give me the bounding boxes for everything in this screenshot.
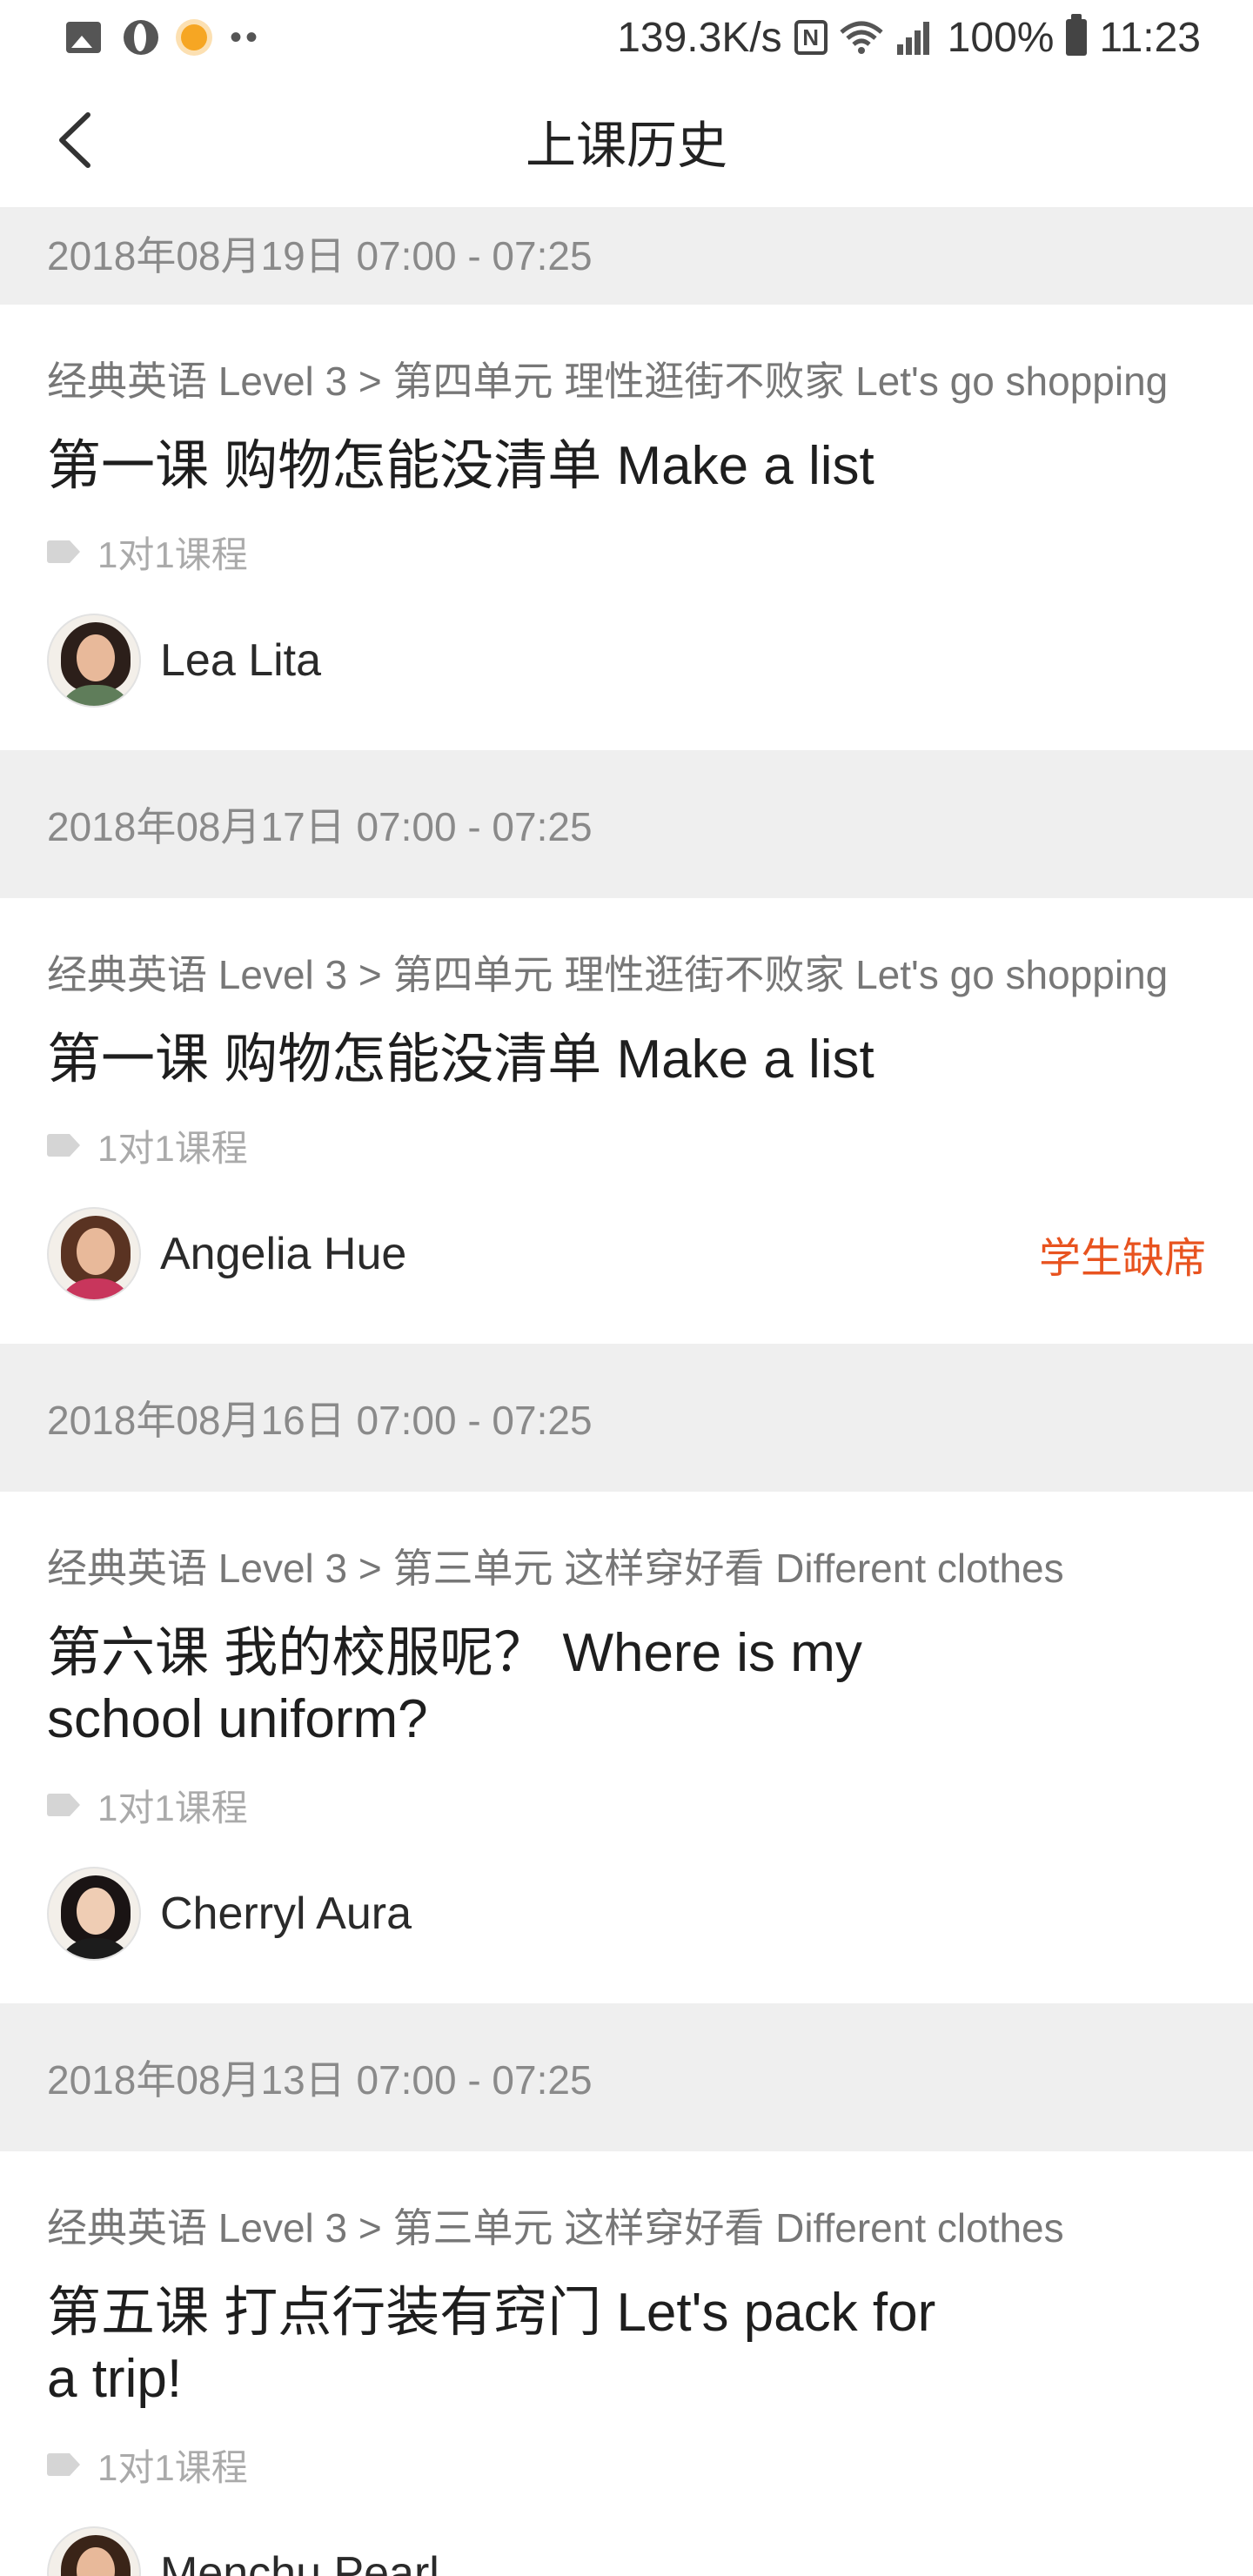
status-left-icons: ••: [66, 20, 261, 55]
teacher-name: Angelia Hue: [160, 1229, 407, 1279]
lesson-title: 第一课 购物怎能没清单 Make a list: [47, 1030, 874, 1090]
course-type-label: 1对1课程: [97, 1127, 248, 1169]
teacher-avatar: [47, 1207, 141, 1301]
session-card[interactable]: 经典英语 Level 3 > 第三单元 这样穿好看 Different clot…: [0, 1492, 1253, 2003]
session-date-header: 2018年08月16日 07:00 - 07:25: [0, 1344, 1253, 1492]
course-breadcrumb: 经典英语 Level 3 > 第三单元 这样穿好看 Different clot…: [47, 2205, 1064, 2251]
network-speed: 139.3K/s: [617, 14, 782, 61]
teacher-name: Menchu Pearl: [160, 2548, 439, 2576]
session-card[interactable]: 经典英语 Level 3 > 第四单元 理性逛街不败家 Let's go sho…: [0, 898, 1253, 1344]
globe-icon: [124, 20, 158, 55]
tag-icon: [47, 1134, 80, 1157]
page-title: 上课历史: [525, 117, 727, 174]
status-right: 139.3K/s N 100% 11:23: [617, 14, 1201, 62]
course-type-label: 1对1课程: [97, 2446, 248, 2488]
course-breadcrumb: 经典英语 Level 3 > 第三单元 这样穿好看 Different clot…: [47, 1546, 1064, 1591]
teacher-row: Angelia Hue 学生缺席: [47, 1206, 1206, 1302]
absence-status-badge: 学生缺席: [1038, 1236, 1206, 1282]
lesson-title: 第五课 打点行装有窍门 Let's pack for a trip!: [47, 2283, 936, 2409]
course-tag: 1对1课程: [47, 1119, 1206, 1171]
tag-icon: [47, 2453, 80, 2476]
session-card[interactable]: 经典英语 Level 3 > 第三单元 这样穿好看 Different clot…: [0, 2151, 1253, 2576]
session-date-header: 2018年08月13日 07:00 - 07:25: [0, 2003, 1253, 2151]
app-header: 上课历史: [0, 75, 1253, 209]
tag-icon: [47, 540, 80, 563]
course-tag: 1对1课程: [47, 526, 1206, 578]
course-breadcrumb: 经典英语 Level 3 > 第四单元 理性逛街不败家 Let's go sho…: [47, 952, 1169, 997]
session-date-header: 2018年08月19日 07:00 - 07:25: [0, 209, 1253, 305]
teacher-avatar: [47, 614, 141, 708]
history-list: 2018年08月19日 07:00 - 07:25 经典英语 Level 3 >…: [0, 209, 1253, 2576]
battery-icon: [1066, 14, 1088, 56]
lesson-title: 第六课 我的校服呢？ Where is my school uniform?: [47, 1623, 862, 1749]
teacher-row: Cherryl Aura: [47, 1866, 1206, 1962]
gallery-icon: [66, 22, 101, 53]
clock: 11:23: [1099, 14, 1201, 61]
teacher-name: Cherryl Aura: [160, 1888, 412, 1939]
status-bar: •• 139.3K/s N 100% 11:23: [0, 0, 1253, 75]
signal-icon: [896, 22, 929, 55]
wifi-icon: [840, 21, 883, 54]
course-type-label: 1对1课程: [97, 533, 248, 575]
nfc-icon: N: [794, 20, 828, 55]
session-date-header: 2018年08月17日 07:00 - 07:25: [0, 750, 1253, 898]
teacher-row: Lea Lita: [47, 613, 1206, 708]
teacher-avatar: [47, 1867, 141, 1961]
teacher-row: Menchu Pearl: [47, 2526, 1206, 2576]
sun-icon: [181, 24, 207, 50]
more-notifications-icon: ••: [230, 18, 262, 57]
lesson-title: 第一课 购物怎能没清单 Make a list: [47, 436, 874, 496]
tag-icon: [47, 1794, 80, 1816]
battery-percent: 100%: [947, 14, 1055, 61]
teacher-name: Lea Lita: [160, 635, 322, 686]
teacher-avatar: [47, 2526, 141, 2576]
session-card[interactable]: 经典英语 Level 3 > 第四单元 理性逛街不败家 Let's go sho…: [0, 305, 1253, 750]
course-type-label: 1对1课程: [97, 1787, 248, 1828]
course-tag: 1对1课程: [47, 1779, 1206, 1831]
back-button[interactable]: [35, 101, 113, 179]
chevron-left-icon: [59, 112, 90, 168]
course-tag: 1对1课程: [47, 2438, 1206, 2491]
course-breadcrumb: 经典英语 Level 3 > 第四单元 理性逛街不败家 Let's go sho…: [47, 359, 1169, 404]
